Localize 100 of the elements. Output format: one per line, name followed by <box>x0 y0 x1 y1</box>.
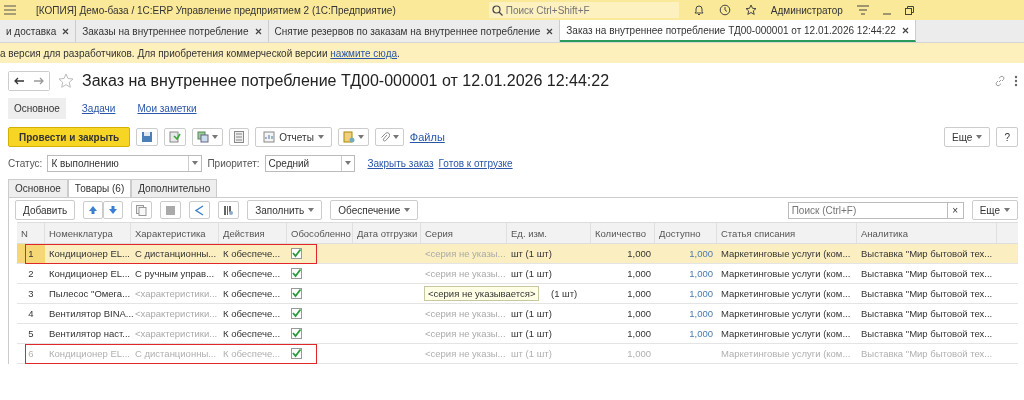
column-header[interactable]: Доступно <box>655 223 717 243</box>
priority-select[interactable]: Средний <box>264 154 355 172</box>
list-button[interactable] <box>229 128 250 146</box>
section-link[interactable]: Задачи <box>75 97 122 119</box>
table-cell: 1,000 <box>689 308 713 319</box>
status-link[interactable]: Готов к отгрузке <box>438 157 513 169</box>
reports-button[interactable]: Отчеты <box>255 127 332 147</box>
document-tab[interactable]: Заказы на внутреннее потребление <box>76 20 269 42</box>
column-header[interactable]: Обособленно <box>287 223 353 243</box>
restore-icon[interactable] <box>904 5 914 15</box>
chart-icon <box>263 131 276 143</box>
help-button[interactable]: ? <box>996 127 1018 147</box>
star-icon[interactable] <box>744 4 757 16</box>
column-header[interactable]: Аналитика <box>857 223 997 243</box>
document-tab[interactable]: и доставка <box>0 20 77 42</box>
column-header[interactable]: Ед. изм. <box>507 223 591 243</box>
table-cell: 1,000 <box>689 328 713 339</box>
checkbox[interactable] <box>291 328 302 339</box>
user-name[interactable]: Администратор <box>770 4 843 16</box>
caret-icon <box>976 135 983 139</box>
row-number: 5 <box>27 327 35 341</box>
status-link[interactable]: Закрыть заказ <box>367 157 434 169</box>
section-link[interactable]: Мои заметки <box>131 97 203 119</box>
add-button[interactable]: Добавить <box>15 200 76 220</box>
more-button[interactable]: Еще <box>944 127 991 147</box>
more-icon[interactable] <box>1014 75 1018 87</box>
menu-icon[interactable] <box>4 5 16 15</box>
list-icon <box>234 131 245 143</box>
close-icon[interactable] <box>546 27 554 35</box>
row-number: 4 <box>27 307 35 321</box>
form-tab[interactable]: Товары (6) <box>67 179 132 197</box>
form-tab[interactable]: Дополнительно <box>131 179 218 197</box>
link-icon[interactable] <box>994 75 1006 87</box>
table-cell: 1,000 <box>627 268 651 279</box>
history-icon[interactable] <box>718 4 731 16</box>
table-cell: Выставка "Мир бытовой тех... <box>861 268 993 279</box>
table-cell: Выставка "Мир бытовой тех... <box>861 348 993 359</box>
paste-button[interactable] <box>160 201 182 219</box>
checkbox[interactable] <box>291 268 302 279</box>
checkbox[interactable] <box>291 308 302 319</box>
caret-icon <box>404 208 411 212</box>
post-and-close-button[interactable]: Провести и закрыть <box>8 127 131 147</box>
move-up-button[interactable] <box>83 201 104 219</box>
move-down-button[interactable] <box>103 201 124 219</box>
column-header[interactable]: Характеристика <box>131 223 219 243</box>
table-cell: <серия не указы... <box>425 308 506 319</box>
table-cell: <серия не указы... <box>425 348 506 359</box>
table-cell: 1,000 <box>689 288 713 299</box>
table-more-button[interactable]: Еще <box>971 200 1018 220</box>
column-header[interactable]: Дата отгрузки <box>353 223 421 243</box>
close-icon[interactable] <box>901 26 909 34</box>
close-icon[interactable] <box>62 27 70 35</box>
table-cell: Маркетинговые услуги (ком... <box>721 348 851 359</box>
column-header[interactable]: N <box>17 223 45 243</box>
settings-icon[interactable] <box>856 5 869 15</box>
form-tab[interactable]: Основное <box>8 179 68 197</box>
table-cell: Пылесос "Омега... <box>49 288 131 299</box>
table-cell: 1,000 <box>689 268 713 279</box>
picker-button[interactable] <box>218 201 240 219</box>
app-title: [КОПИЯ] Демо-база / 1С:ERP Управление предприятием 2 (1С:Предприятие) <box>36 4 396 16</box>
table-cell: (1 шт) <box>551 288 578 299</box>
tooltip: <серия не указывается> <box>424 286 540 301</box>
search-field[interactable]: Поиск Ctrl+Shift+F <box>488 2 679 18</box>
files-link[interactable]: Файлы <box>409 131 445 143</box>
supply-button[interactable]: Обеспечение <box>330 200 419 220</box>
caret-icon <box>392 135 399 139</box>
table-search-field[interactable]: Поиск (Ctrl+F) <box>787 201 948 219</box>
star-icon[interactable] <box>58 73 74 89</box>
arrow-right-icon <box>34 77 44 85</box>
attach-button[interactable] <box>374 128 404 146</box>
close-icon[interactable] <box>254 27 262 35</box>
column-header[interactable]: Номенклатура <box>45 223 131 243</box>
document-tab[interactable]: Заказ на внутреннее потребление ТД00-000001 от 12.01.2026 12:44:22 <box>560 20 916 42</box>
table-cell: 1,000 <box>627 248 651 259</box>
copy-button[interactable] <box>131 201 153 219</box>
column-header[interactable]: Действия <box>219 223 287 243</box>
table-cell: шт (1 шт) <box>511 308 552 319</box>
license-notice: а версия для разработчиков. Для приобретения коммерческой версии нажмите сюда. <box>0 47 400 59</box>
checkbox[interactable] <box>291 248 302 259</box>
save-button[interactable] <box>136 128 159 146</box>
share-button[interactable] <box>189 201 211 219</box>
checkbox[interactable] <box>291 288 302 299</box>
table-cell: Маркетинговые услуги (ком... <box>721 268 851 279</box>
create-based-button[interactable] <box>192 128 224 146</box>
column-header[interactable]: Статья списания <box>717 223 857 243</box>
arrow-down-icon <box>108 205 119 215</box>
column-header[interactable]: Серия <box>421 223 507 243</box>
caret-icon <box>344 161 351 165</box>
print-button[interactable] <box>337 128 369 146</box>
table-cell: 1,000 <box>627 308 651 319</box>
square-icon <box>165 204 177 216</box>
fill-button[interactable]: Заполнить <box>247 200 323 220</box>
table-cell: Выставка "Мир бытовой тех... <box>861 328 993 339</box>
post-button[interactable] <box>164 128 187 146</box>
bell-icon[interactable] <box>692 4 705 16</box>
section-link[interactable]: Основное <box>8 97 66 119</box>
status-select[interactable]: К выполнению <box>47 154 203 172</box>
column-header[interactable]: Количество <box>591 223 655 243</box>
table-cell: Кондиционер EL... <box>49 268 130 279</box>
caret-icon <box>1004 208 1010 212</box>
